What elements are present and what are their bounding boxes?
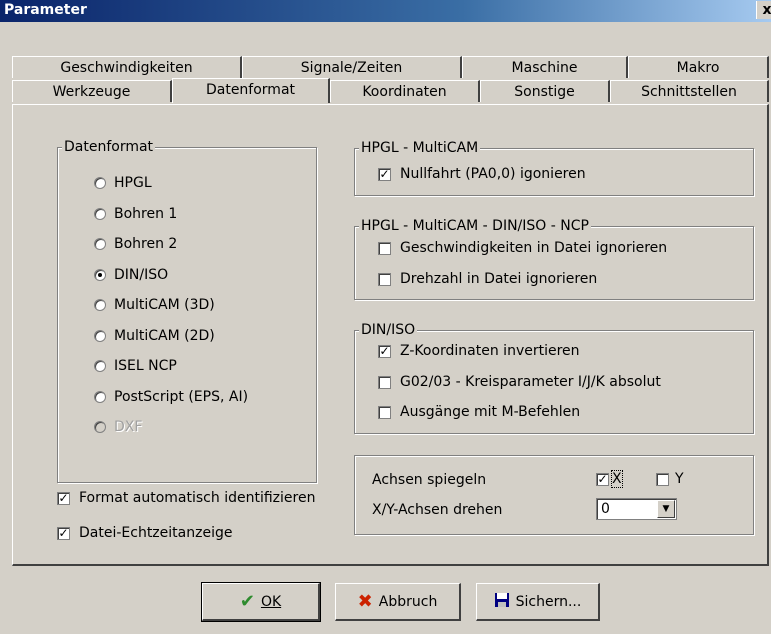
nullfahrt-label: Nullfahrt (PA0,0) igonieren (400, 166, 586, 182)
radio-label: HPGL (114, 175, 152, 191)
spiegeln-y-label: Y (675, 471, 684, 487)
radio-label: DIN/ISO (114, 266, 169, 283)
format-auto-checkbox[interactable]: ✓ Format automatisch identifizieren (57, 490, 315, 506)
tab-makro[interactable]: Makro (628, 56, 769, 78)
nullfahrt-checkbox[interactable]: ✓ Nullfahrt (PA0,0) igonieren (378, 166, 586, 182)
radio-label: PostScript (EPS, AI) (114, 388, 249, 405)
ausgaenge-label: Ausgänge mit M-Befehlen (400, 404, 581, 420)
window-title: Parameter (4, 2, 87, 18)
spiegeln-y-check-box[interactable] (656, 472, 669, 486)
radio-button[interactable] (94, 177, 106, 189)
geschwindigkeiten-check-box[interactable] (378, 241, 391, 255)
drehzahl-checkbox[interactable]: Drehzahl in Datei ignorieren (378, 271, 597, 287)
radio-button[interactable] (94, 329, 106, 342)
ncp-group-title: HPGL - MultiCAM - DIN/ISO - NCP (359, 218, 591, 234)
tab-maschine[interactable]: Maschine (462, 56, 628, 78)
checkmark-icon: ✔ (239, 591, 255, 612)
datenformat-group-title: Datenformat (62, 139, 156, 155)
xy-drehen-value: 0 (601, 501, 610, 517)
sichern-button[interactable]: Sichern... (476, 583, 600, 621)
radio-label: DXF (114, 419, 143, 435)
radio-button[interactable] (94, 360, 106, 372)
sichern-button-label: Sichern... (515, 593, 582, 610)
format-radio-postscript-eps-ai[interactable]: PostScript (EPS, AI) (94, 389, 248, 405)
format-radio-hpgl[interactable]: HPGL (94, 175, 152, 191)
echtzeit-check-box[interactable]: ✓ (57, 526, 70, 540)
geschwindigkeiten-checkbox[interactable]: Geschwindigkeiten in Datei ignorieren (378, 240, 667, 256)
radio-label: MultiCAM (3D) (114, 297, 215, 313)
spiegeln-y-checkbox[interactable]: Y (656, 471, 684, 487)
tab-schnittstellen[interactable]: Schnittstellen (610, 80, 769, 102)
radio-button[interactable] (94, 268, 106, 281)
tab-signale-zeiten[interactable]: Signale/Zeiten (242, 56, 462, 78)
radio-button[interactable] (94, 390, 106, 403)
tab-koordinaten[interactable]: Koordinaten (330, 80, 480, 102)
abbruch-button[interactable]: ✖ Abbruch (335, 583, 461, 621)
format-radio-bohren-2[interactable]: Bohren 2 (94, 236, 177, 252)
format-radio-din-iso[interactable]: DIN/ISO (94, 267, 168, 283)
close-button[interactable]: x (756, 1, 771, 19)
ncp-group: HPGL - MultiCAM - DIN/ISO - NCP (354, 218, 754, 300)
radio-label: ISEL NCP (114, 358, 177, 374)
cross-icon: ✖ (357, 591, 373, 612)
tab-geschwindigkeiten[interactable]: Geschwindigkeiten (12, 56, 242, 78)
drehzahl-label: Drehzahl in Datei ignorieren (400, 271, 598, 287)
radio-label: Bohren 2 (114, 236, 178, 252)
title-bar: Parameter x (0, 0, 771, 22)
g02-checkbox[interactable]: G02/03 - Kreisparameter I/J/K absolut (378, 374, 661, 390)
radio-button (94, 421, 106, 433)
echtzeit-checkbox[interactable]: ✓ Datei-Echtzeitanzeige (57, 525, 232, 541)
geschwindigkeiten-label: Geschwindigkeiten in Datei ignorieren (400, 240, 668, 256)
radio-label: MultiCAM (2D) (114, 327, 215, 344)
ausgaenge-checkbox[interactable]: Ausgänge mit M-Befehlen (378, 404, 580, 420)
spiegeln-x-label: X (611, 470, 623, 488)
format-auto-label: Format automatisch identifizieren (79, 490, 316, 506)
spiegeln-x-checkbox[interactable]: ✓ X (596, 470, 623, 488)
achsen-group (354, 455, 754, 535)
diniso-group-title: DIN/ISO (359, 322, 418, 338)
tab-datenformat[interactable]: Datenformat (172, 78, 330, 103)
tab-werkzeuge[interactable]: Werkzeuge (12, 80, 172, 102)
chevron-down-icon[interactable]: ▼ (657, 500, 675, 518)
xy-drehen-label: X/Y-Achsen drehen (372, 502, 503, 518)
g02-label: G02/03 - Kreisparameter I/J/K absolut (400, 374, 661, 390)
z-koordinaten-label: Z-Koordinaten invertieren (400, 343, 580, 359)
z-koordinaten-checkbox[interactable]: ✓ Z-Koordinaten invertieren (378, 343, 580, 359)
z-koordinaten-check-box[interactable]: ✓ (378, 344, 391, 358)
echtzeit-label: Datei-Echtzeitanzeige (79, 525, 233, 541)
ok-button[interactable]: ✔ OK (201, 582, 321, 622)
format-radio-multicam-2d[interactable]: MultiCAM (2D) (94, 328, 215, 344)
format-radio-multicam-3d[interactable]: MultiCAM (3D) (94, 297, 215, 313)
radio-label: Bohren 1 (114, 205, 178, 222)
drehzahl-check-box[interactable] (378, 272, 391, 286)
nullfahrt-check-box[interactable]: ✓ (378, 167, 391, 181)
format-radio-isel-ncp[interactable]: ISEL NCP (94, 358, 177, 374)
g02-check-box[interactable] (378, 375, 391, 389)
format-radio-bohren-1[interactable]: Bohren 1 (94, 206, 177, 222)
format-auto-check-box[interactable]: ✓ (57, 491, 70, 505)
xy-drehen-select[interactable]: 0 ▼ (596, 498, 677, 520)
floppy-disk-icon (494, 592, 510, 612)
ausgaenge-check-box[interactable] (378, 405, 391, 419)
hpgl-multicam-group-title: HPGL - MultiCAM (359, 140, 481, 156)
achsen-spiegeln-label: Achsen spiegeln (372, 472, 487, 488)
radio-button[interactable] (94, 207, 106, 220)
format-radio-dxf: DXF (94, 419, 142, 435)
spiegeln-x-check-box[interactable]: ✓ (596, 472, 609, 486)
abbruch-button-label: Abbruch (378, 593, 438, 610)
tab-sonstige[interactable]: Sonstige (480, 80, 610, 102)
ok-button-label: OK (260, 593, 282, 610)
radio-button[interactable] (94, 238, 106, 250)
radio-button[interactable] (94, 299, 106, 311)
